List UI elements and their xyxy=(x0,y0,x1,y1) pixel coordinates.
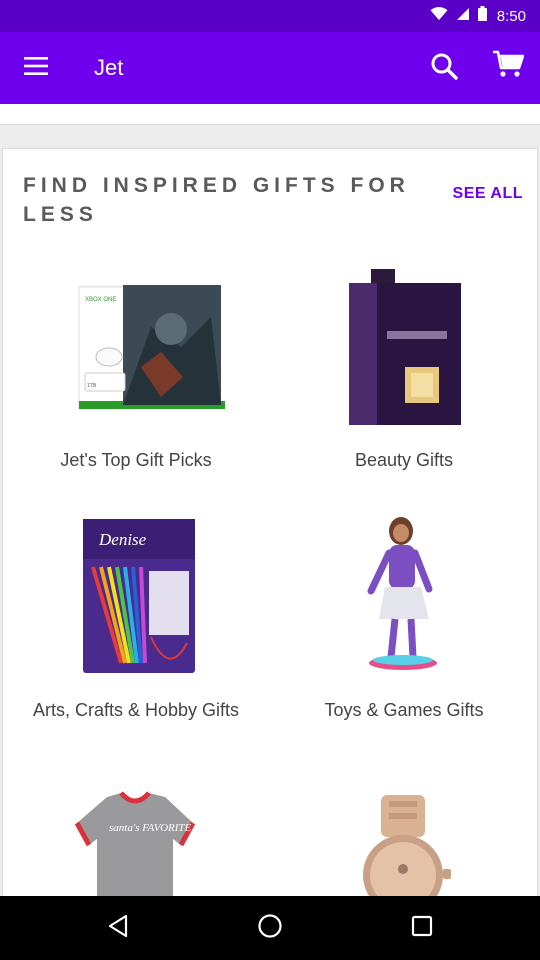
cart-icon xyxy=(492,49,525,84)
system-navigation-bar xyxy=(0,896,540,960)
top-banner-strip xyxy=(0,104,540,125)
menu-icon xyxy=(24,56,48,80)
back-button[interactable] xyxy=(96,906,140,950)
status-bar: 8:50 xyxy=(0,0,540,32)
knitting-needles-set-image: Denise xyxy=(11,507,261,677)
recents-button[interactable] xyxy=(400,906,444,950)
gift-tile-label: Jet's Top Gift Picks xyxy=(60,450,212,470)
app-bar: Jet xyxy=(0,32,540,104)
status-time: 8:50 xyxy=(496,7,526,25)
home-button[interactable] xyxy=(248,906,292,950)
perfume-bottle-image xyxy=(279,257,529,427)
see-all-link[interactable]: SEE ALL xyxy=(453,185,523,203)
app-title: Jet xyxy=(94,55,124,80)
gift-tile-label: Arts, Crafts & Hobby Gifts xyxy=(32,700,240,720)
section-heading: FIND INSPIRED GIFTS FOR LESS xyxy=(23,174,410,226)
onesie-text: santa's FAVORITE xyxy=(109,822,192,834)
battery-icon xyxy=(477,6,487,26)
cellular-signal-icon xyxy=(456,7,470,26)
search-button[interactable] xyxy=(422,46,466,90)
search-icon xyxy=(430,52,458,85)
doll-figure-image xyxy=(279,507,529,677)
status-icons: 8:50 xyxy=(430,0,526,32)
knitting-brand-text: Denise xyxy=(98,530,147,549)
wifi-icon xyxy=(430,6,448,26)
game-console-bundle-image: XBOX ONE 1TB xyxy=(11,257,261,427)
gift-tile-label: Beauty Gifts xyxy=(354,450,454,470)
cart-button[interactable] xyxy=(486,44,530,88)
menu-button[interactable] xyxy=(14,46,58,90)
gift-section-card: FIND INSPIRED GIFTS FOR LESS SEE ALL XBO… xyxy=(2,148,538,930)
console-brand-text: XBOX ONE xyxy=(85,297,116,303)
home-icon xyxy=(257,913,283,944)
gift-tile-label: Toys & Games Gifts xyxy=(324,700,484,720)
console-storage-text: 1TB xyxy=(87,383,97,389)
recents-icon xyxy=(411,915,433,942)
back-icon xyxy=(107,914,129,943)
